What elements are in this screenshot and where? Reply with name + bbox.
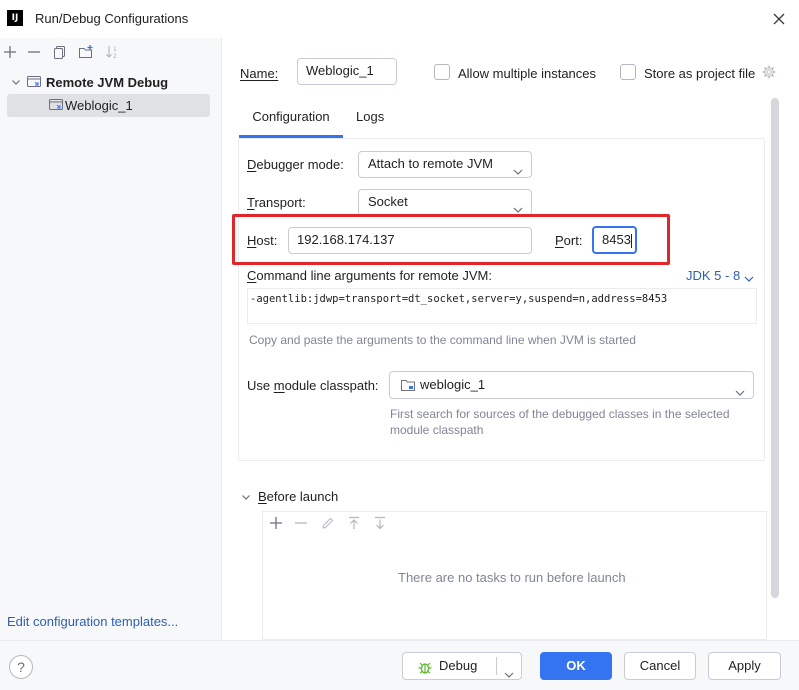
intellij-app-icon: IJ [7,10,23,26]
host-label: Host: [247,233,278,248]
debug-button[interactable]: Debug [402,652,522,680]
host-label-rest: ost: [256,233,278,248]
allow-multiple-instances-checkbox[interactable] [434,64,450,80]
vertical-scrollbar[interactable] [771,98,779,598]
chevron-down-icon [513,160,523,175]
port-label: Port: [555,233,583,248]
copy-icon[interactable] [52,44,68,60]
debugger-mode-label-rest: ebugger mode: [256,157,344,172]
transport-label-rest: ransport: [254,195,306,210]
move-up-icon[interactable] [346,515,362,531]
name-label: Name: [240,66,279,81]
module-classpath-label-b: odule classpath: [284,378,379,393]
help-button[interactable]: ? [9,655,33,679]
add-icon[interactable] [2,44,18,60]
transport-label: Transport: [247,195,306,210]
chevron-down-icon [735,381,745,396]
before-launch-label-b: B [258,489,267,504]
debug-dropdown-divider [496,657,497,675]
host-field[interactable]: 192.168.174.137 [288,227,532,254]
before-launch-label-rest: efore launch [266,489,339,504]
name-field[interactable]: Weblogic_1 [297,58,397,85]
chevron-down-icon[interactable] [10,76,22,88]
before-launch-header[interactable]: Before launch [240,489,338,504]
debugger-mode-label: Debugger mode: [247,157,344,172]
window-title: Run/Debug Configurations [35,11,189,26]
tab-logs-label: Logs [356,109,385,124]
module-classpath-hint-line2: module classpath [390,423,484,437]
add-icon[interactable] [268,515,284,531]
debugger-mode-value: Attach to remote JVM [368,156,493,171]
bug-icon [417,658,433,674]
port-label-rest: ort: [563,233,583,248]
jdk-version-dropdown[interactable]: JDK 5 - 8 [686,268,754,283]
tree-item-label: Weblogic_1 [65,97,133,113]
transport-value: Socket [368,194,408,209]
command-line-label: Command line arguments for remote JVM: [247,268,492,283]
configurations-sidebar [0,38,222,640]
ok-button[interactable]: OK [540,652,612,680]
module-folder-icon [400,377,416,393]
remote-debug-icon [48,97,64,113]
cancel-button[interactable]: Cancel [624,652,696,680]
gear-icon[interactable] [761,64,777,80]
store-as-project-file-label: Store as project file [644,66,756,81]
edit-icon[interactable] [320,515,336,531]
command-line-hint: Copy and paste the arguments to the comm… [249,333,636,347]
remote-debug-icon [26,74,42,90]
module-classpath-hint-line1: First search for sources of the debugged… [390,407,730,421]
tab-configuration-label: Configuration [252,109,330,124]
debug-button-label: Debug [439,658,478,673]
module-classpath-value: weblogic_1 [420,377,486,392]
allow-multiple-instances-label: Allow multiple instances [458,66,597,81]
close-icon[interactable] [768,8,790,30]
tab-logs[interactable]: Logs [356,108,384,138]
chevron-down-icon [513,198,523,213]
new-folder-icon[interactable] [78,44,94,60]
module-classpath-select[interactable]: weblogic_1 [389,371,754,399]
text-cursor [630,233,632,248]
edit-configuration-templates-link[interactable]: Edit configuration templates... [7,614,178,629]
chevron-down-icon [744,271,754,282]
apply-button[interactable]: Apply [708,652,781,680]
chevron-down-icon [240,491,252,503]
move-down-icon[interactable] [372,515,388,531]
remove-icon[interactable] [26,44,42,60]
tree-group-remote-jvm-debug[interactable]: Remote JVM Debug [10,73,168,91]
port-field[interactable]: 8453 [592,226,637,254]
transport-select[interactable]: Socket [358,189,532,216]
module-classpath-label-a: Use [247,378,274,393]
tree-item-content: Weblogic_1 [48,97,133,113]
svg-text:1: 1 [113,46,117,53]
command-line-label-rest: ommand line arguments for remote JVM: [256,268,492,283]
chevron-down-icon[interactable] [504,662,514,678]
no-tasks-message: There are no tasks to run before launch [398,570,626,585]
remove-icon[interactable] [293,515,309,531]
debugger-mode-select[interactable]: Attach to remote JVM [358,151,532,178]
sort-icon[interactable]: 12 [104,44,120,60]
command-line-arguments-text[interactable]: -agentlib:jdwp=transport=dt_socket,serve… [247,288,757,324]
module-classpath-label: Use module classpath: [247,378,379,393]
tab-configuration[interactable]: Configuration [239,108,343,138]
store-as-project-file-checkbox[interactable] [620,64,636,80]
jdk-version-label: JDK 5 - 8 [686,268,741,283]
port-value: 8453 [602,232,631,247]
tree-group-label: Remote JVM Debug [46,74,169,90]
svg-text:2: 2 [113,53,117,60]
